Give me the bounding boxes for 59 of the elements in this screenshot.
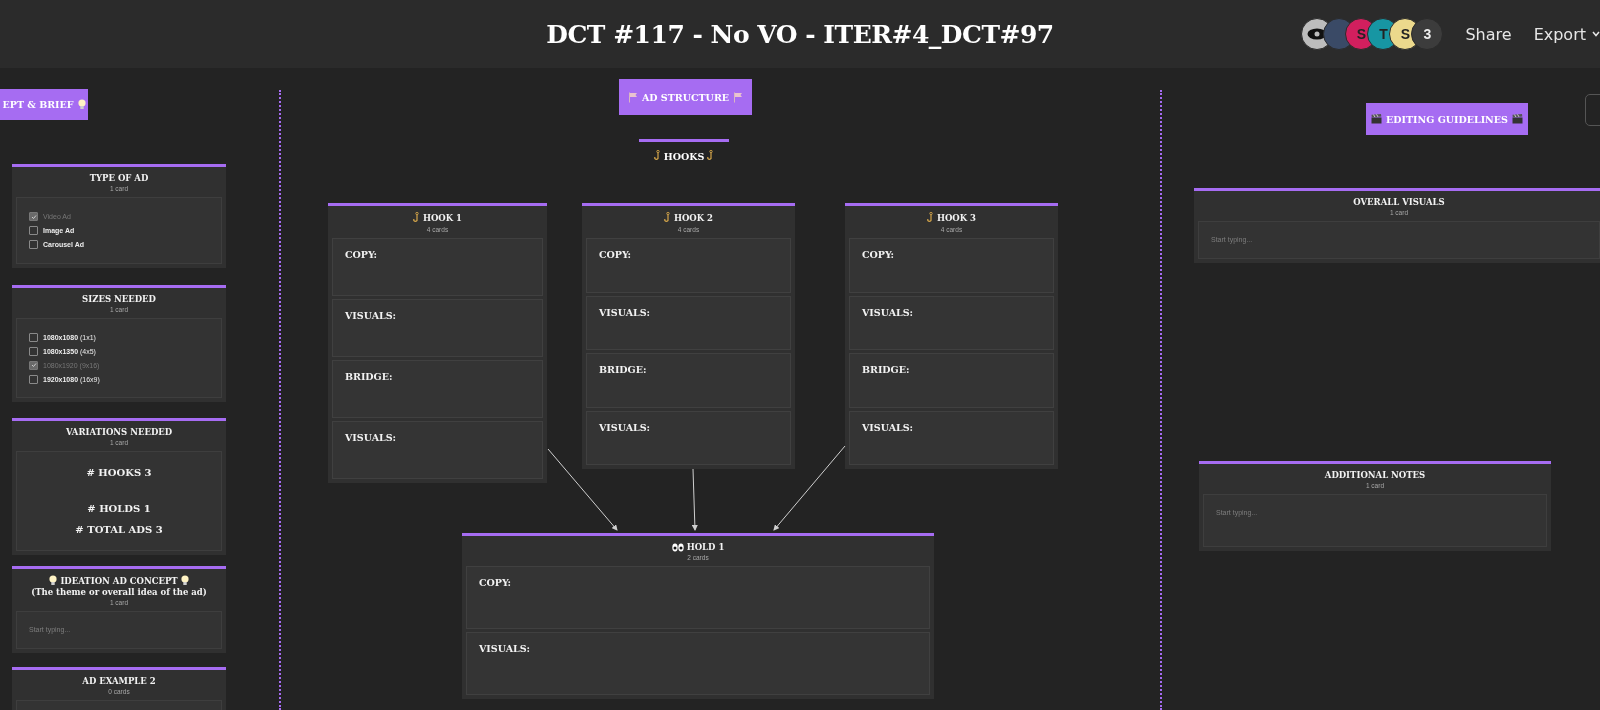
section-card[interactable]: BRIDGE:	[332, 360, 543, 418]
checkbox[interactable]	[29, 332, 38, 342]
checkbox[interactable]	[29, 212, 38, 221]
checkbox[interactable]	[29, 346, 38, 356]
board-title: HOOK 1	[422, 213, 463, 223]
board-title: AD EXAMPLE 2	[82, 676, 156, 686]
section-card[interactable]: COPY:	[466, 566, 930, 629]
board-title: DCT #117 - No VO - ITER#4_DCT#97	[546, 19, 1054, 49]
board-title: VARIATIONS NEEDED	[65, 427, 173, 437]
clapperboard-icon	[1511, 114, 1523, 124]
count-text: # HOLDS 1	[86, 502, 152, 514]
connector-arrow	[691, 468, 698, 531]
checkbox[interactable]	[29, 226, 38, 235]
board-title: OVERALL VISUALS	[1353, 197, 1445, 207]
section-card[interactable]: VISUALS:	[332, 421, 543, 479]
section-card[interactable]: COPY:	[586, 238, 791, 293]
eyes-icon	[671, 542, 684, 552]
board-title: ADDITIONAL NOTES	[1324, 470, 1426, 480]
section-card[interactable]: VISUALS:	[849, 295, 1054, 350]
board-title: HOOK 2	[673, 213, 714, 223]
section-card[interactable]: VISUALS:	[466, 632, 930, 695]
count-text: # TOTAL ADS 3	[74, 524, 164, 536]
section-card[interactable]: VISUALS:	[849, 410, 1054, 465]
lightbulb-icon	[180, 575, 189, 586]
hook-icon	[663, 212, 671, 224]
checkbox[interactable]	[29, 360, 38, 370]
section-heading: HOOKS	[663, 150, 705, 162]
board-subtitle: (The theme or overall idea of the ad)	[31, 587, 207, 597]
hook-icon	[653, 150, 661, 162]
checkbox[interactable]	[29, 240, 38, 249]
section-card[interactable]: COPY:	[849, 238, 1054, 293]
checkbox[interactable]	[29, 374, 38, 384]
flag-icon	[733, 91, 744, 103]
board-title: HOLD 1	[686, 542, 725, 552]
banner-text: EDITING GUIDELINES	[1386, 113, 1508, 125]
banner-text: EPT & BRIEF	[2, 99, 74, 110]
lightbulb-icon	[49, 575, 58, 586]
section-card[interactable]: VISUALS:	[332, 299, 543, 357]
board-title: IDEATION AD CONCEPT	[60, 575, 178, 586]
section-card[interactable]: BRIDGE:	[586, 353, 791, 408]
chevron-down-icon	[1592, 31, 1600, 37]
section-card[interactable]: BRIDGE:	[849, 353, 1054, 408]
share-button[interactable]: Share	[1465, 24, 1512, 44]
board-title: HOOK 3	[936, 213, 977, 223]
section-card[interactable]: VISUALS:	[586, 295, 791, 350]
count-text: # HOOKS 3	[85, 466, 153, 478]
hook-icon	[926, 212, 934, 224]
hook-icon	[707, 150, 715, 162]
export-button[interactable]: Export	[1533, 24, 1600, 44]
board-title: TYPE OF AD	[89, 173, 149, 183]
board-title: SIZES NEEDED	[82, 294, 156, 304]
section-card[interactable]: VISUALS:	[586, 410, 791, 465]
hook-icon	[412, 212, 420, 224]
clapperboard-icon	[1371, 114, 1383, 124]
section-card[interactable]: COPY:	[332, 238, 543, 296]
flag-icon	[627, 91, 638, 103]
lightbulb-icon	[77, 99, 86, 110]
more-users-count: 3	[1411, 18, 1444, 50]
banner-text: AD STRUCTURE	[641, 91, 730, 103]
